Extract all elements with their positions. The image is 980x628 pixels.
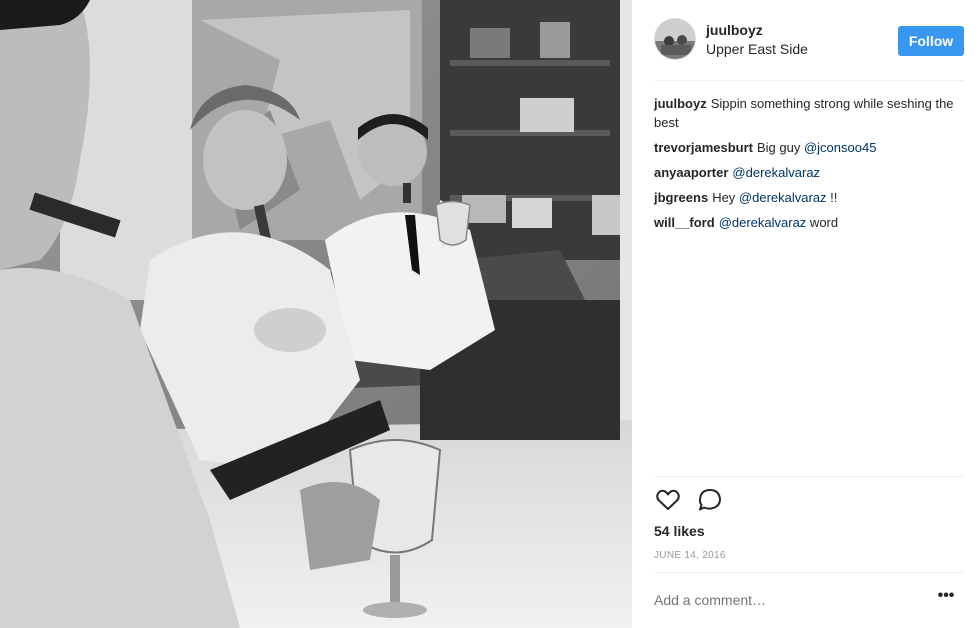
comment-list: juulboyz Sippin something strong while se… <box>654 94 954 238</box>
header-divider <box>654 80 964 81</box>
comment-username[interactable]: anyaaporter <box>654 165 728 180</box>
comment-mention[interactable]: @jconsoo45 <box>804 140 876 155</box>
comment-mention[interactable]: @derekalvaraz <box>739 190 827 205</box>
avatar-image <box>655 19 695 59</box>
action-bar <box>654 486 774 516</box>
follow-button[interactable]: Follow <box>898 26 964 56</box>
comment-mention[interactable]: @derekalvaraz <box>732 165 820 180</box>
comment-text: Hey <box>712 190 739 205</box>
comment-username[interactable]: trevorjamesburt <box>654 140 753 155</box>
comment-text: Big guy <box>756 140 804 155</box>
comment-item: trevorjamesburt Big guy @jconsoo45 <box>654 138 954 157</box>
add-comment-input[interactable] <box>654 588 924 612</box>
comment-item: anyaaporter @derekalvaraz <box>654 163 954 182</box>
heart-icon[interactable] <box>654 486 682 514</box>
post-date: JUNE 14, 2016 <box>654 550 726 561</box>
comment-text-suffix: !! <box>826 190 838 205</box>
location-link[interactable]: Upper East Side <box>706 41 808 57</box>
likes-count[interactable]: 54 likes <box>654 523 705 539</box>
comment-username[interactable]: jbgreens <box>654 190 708 205</box>
more-options-icon[interactable]: ••• <box>934 586 958 610</box>
post-photo[interactable] <box>0 0 632 628</box>
comment-mention[interactable]: @derekalvaraz <box>719 215 807 230</box>
avatar[interactable] <box>654 18 696 60</box>
comment-text-suffix: word <box>806 215 839 230</box>
comment-bubble-icon[interactable] <box>696 486 724 514</box>
caption: juulboyz Sippin something strong while se… <box>654 94 954 132</box>
comment-divider <box>654 572 964 573</box>
comment-username[interactable]: will__ford <box>654 215 715 230</box>
post-side-panel: juulboyz Upper East Side Follow juulboyz… <box>640 0 976 628</box>
post-header: juulboyz Upper East Side Follow <box>654 18 964 62</box>
caption-username[interactable]: juulboyz <box>654 96 707 111</box>
username-link[interactable]: juulboyz <box>706 22 763 38</box>
comment-item: jbgreens Hey @derekalvaraz !! <box>654 188 954 207</box>
comment-item: will__ford @derekalvaraz word <box>654 213 954 232</box>
photo-image <box>0 0 632 628</box>
actions-divider <box>654 476 964 477</box>
